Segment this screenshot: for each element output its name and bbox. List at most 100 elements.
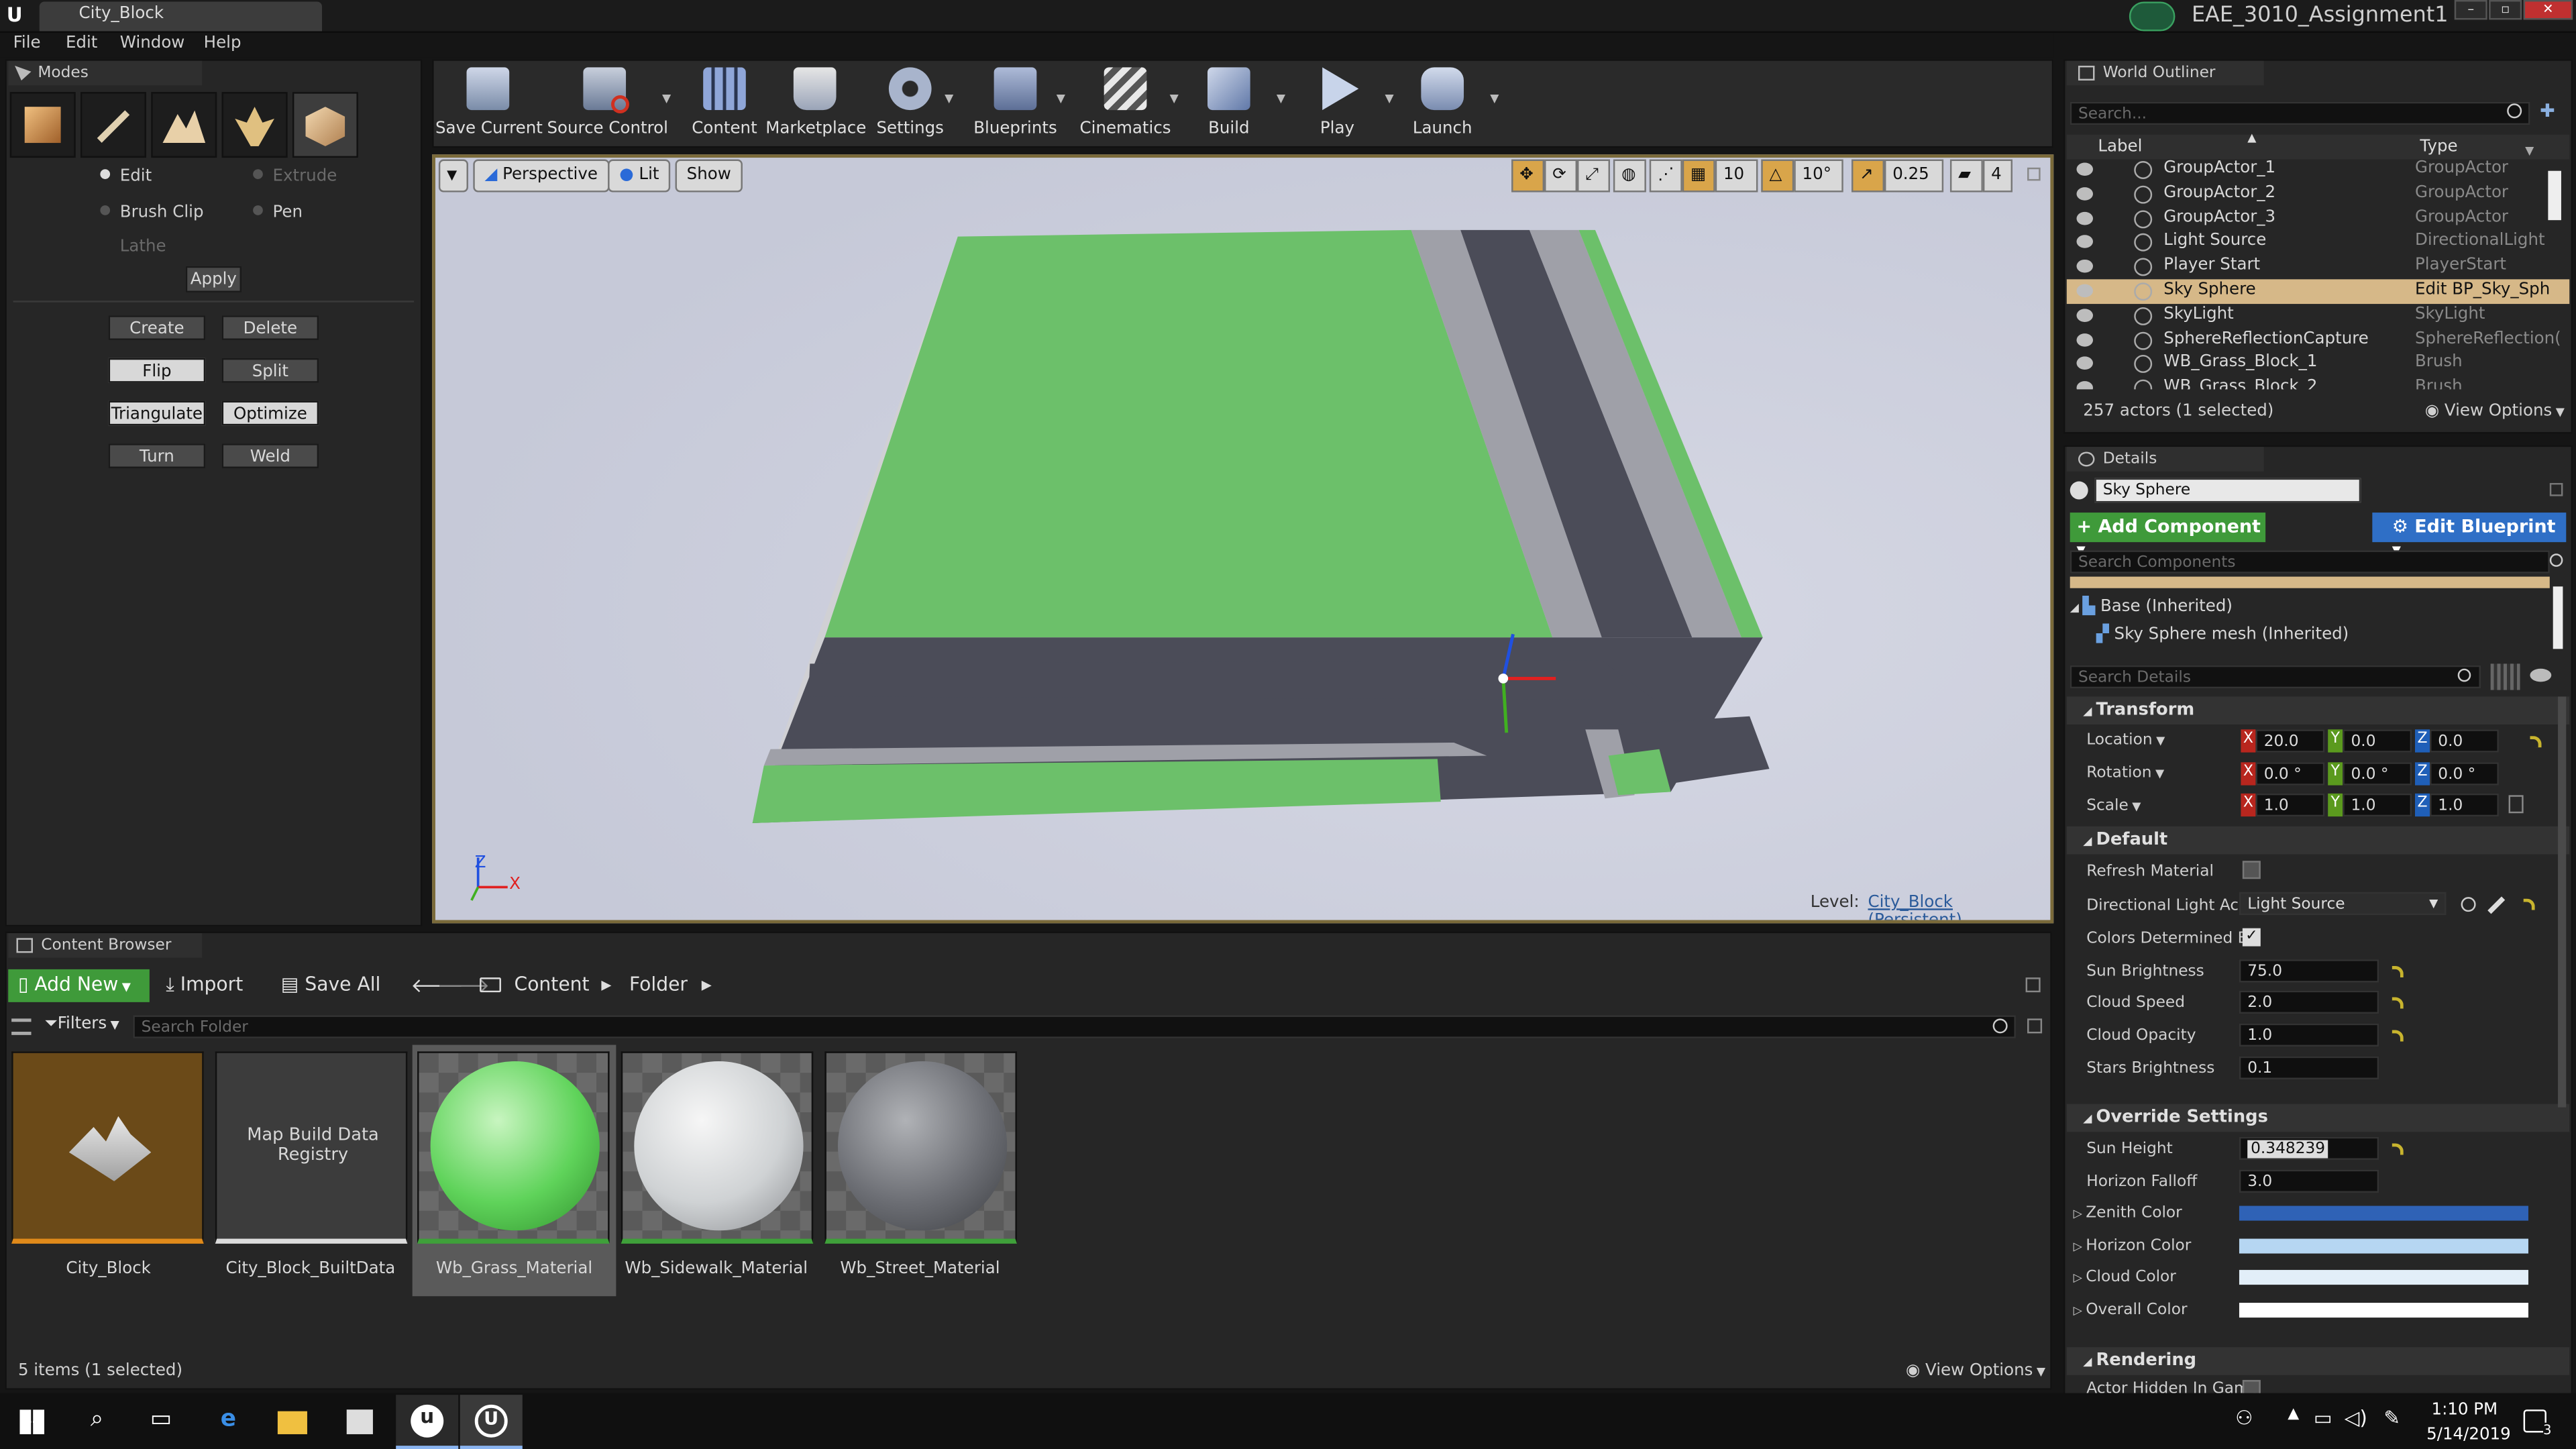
source-control-dropdown-icon[interactable]: ▼ bbox=[662, 92, 671, 105]
show-button[interactable]: Show bbox=[675, 159, 743, 193]
outliner-row[interactable]: GroupActor_1 GroupActor bbox=[2067, 158, 2569, 182]
override-settings-header[interactable]: ◢ Override Settings bbox=[2066, 1104, 2570, 1132]
rotation-snap-toggle[interactable]: △ bbox=[1761, 159, 1794, 193]
radio-extrude[interactable] bbox=[253, 169, 263, 179]
rotation-x-input[interactable]: 0.0 ° bbox=[2255, 762, 2325, 786]
level-viewport[interactable]: Z X Level: City_Block (Persistent) bbox=[432, 154, 2054, 924]
build-button[interactable]: Build bbox=[1193, 62, 1265, 144]
actor-name-input[interactable]: Sky Sphere bbox=[2094, 478, 2361, 503]
scale-tool-button[interactable]: ⤢ bbox=[1577, 159, 1611, 193]
rotate-tool-button[interactable]: ⟳ bbox=[1544, 159, 1578, 193]
overall-color-swatch[interactable] bbox=[2239, 1303, 2528, 1318]
build-dropdown-icon[interactable]: ▼ bbox=[1277, 92, 1285, 105]
landscape-mode-button[interactable] bbox=[151, 92, 217, 158]
camera-speed-value[interactable]: 4 bbox=[1982, 159, 2013, 193]
unreal-editor-taskbar[interactable]: U bbox=[460, 1395, 523, 1449]
outliner-scrollbar[interactable] bbox=[2548, 170, 2561, 221]
location-x-input[interactable]: 20.0 bbox=[2255, 729, 2325, 753]
content-view-options[interactable]: ◉ View Options ▼ bbox=[1906, 1362, 2045, 1380]
maximize-button[interactable]: ▫ bbox=[2489, 0, 2522, 20]
maximize-viewport-icon[interactable] bbox=[2027, 167, 2041, 181]
perspective-button[interactable]: ◢ Perspective bbox=[473, 159, 610, 193]
grid-snap-value[interactable]: 10 bbox=[1715, 159, 1758, 193]
edge-browser-icon[interactable]: e bbox=[212, 1406, 245, 1439]
cloud-speed-input[interactable]: 2.0 bbox=[2239, 990, 2379, 1014]
search-folder-input[interactable]: Search Folder bbox=[133, 1015, 2016, 1038]
import-button[interactable]: ⤓ Import bbox=[166, 973, 243, 998]
volume-icon[interactable]: ◁) bbox=[2339, 1406, 2372, 1439]
visibility-eye-icon[interactable] bbox=[2076, 333, 2094, 346]
zenith-color-swatch[interactable] bbox=[2239, 1205, 2528, 1221]
asset-street-material[interactable] bbox=[824, 1051, 1017, 1244]
edit-blueprint-button[interactable]: ⚙ Edit Blueprint ▼ bbox=[2372, 513, 2567, 557]
outliner-row[interactable]: Light Source DirectionalLight bbox=[2067, 231, 2569, 256]
col-type-dropdown-icon[interactable]: ▼ bbox=[2525, 145, 2534, 158]
menu-edit[interactable]: Edit bbox=[66, 34, 97, 52]
optimize-button[interactable]: Optimize bbox=[221, 400, 319, 426]
minimize-button[interactable]: – bbox=[2454, 0, 2487, 20]
split-button[interactable]: Split bbox=[221, 358, 319, 383]
settings-dropdown-icon[interactable]: ▼ bbox=[945, 92, 953, 105]
details-tab[interactable]: Details bbox=[2066, 447, 2264, 472]
world-outliner-tab[interactable]: World Outliner bbox=[2066, 60, 2264, 86]
overall-color-label[interactable]: ▷ Overall Color bbox=[2074, 1301, 2188, 1320]
mode-option-edit[interactable]: Edit bbox=[100, 168, 152, 186]
outliner-row[interactable]: GroupActor_2 GroupActor bbox=[2067, 182, 2569, 207]
weld-button[interactable]: Weld bbox=[221, 443, 319, 468]
cloud-opacity-input[interactable]: 1.0 bbox=[2239, 1023, 2379, 1047]
asset-city-block[interactable] bbox=[11, 1051, 204, 1244]
gizmo-center[interactable] bbox=[1498, 674, 1509, 684]
rotation-label[interactable]: Rotation ▼ bbox=[2086, 764, 2164, 782]
component-base[interactable]: ◢ ▙ Base (Inherited) bbox=[2070, 598, 2233, 616]
horizon-color-label[interactable]: ▷ Horizon Color bbox=[2074, 1237, 2192, 1255]
play-button[interactable]: Play bbox=[1301, 62, 1374, 144]
turn-button[interactable]: Turn bbox=[108, 443, 206, 468]
content-browser-tab[interactable]: Content Browser bbox=[8, 933, 203, 958]
cinematics-dropdown-icon[interactable]: ▼ bbox=[1170, 92, 1179, 105]
outliner-row[interactable]: Sky Sphere Edit BP_Sky_Sph bbox=[2066, 279, 2570, 305]
add-new-button[interactable]: ▯ Add New ▼ bbox=[8, 969, 150, 1002]
transform-section-header[interactable]: ◢ Transform bbox=[2066, 696, 2570, 725]
launch-button[interactable]: Launch bbox=[1406, 62, 1479, 144]
directional-light-select[interactable]: Light Source ▼ bbox=[2239, 892, 2447, 916]
scale-z-input[interactable]: 1.0 bbox=[2430, 793, 2499, 817]
add-filter-icon[interactable]: ✚ bbox=[2540, 100, 2563, 123]
people-icon[interactable]: ⚇ bbox=[2228, 1406, 2261, 1439]
visibility-eye-icon[interactable] bbox=[2076, 357, 2094, 370]
apply-button[interactable]: Apply bbox=[185, 266, 242, 292]
store-bag-icon[interactable] bbox=[343, 1406, 376, 1439]
outliner-row[interactable]: WB_Grass_Block_2 Brush bbox=[2067, 376, 2569, 390]
close-button[interactable]: ✕ bbox=[2523, 0, 2573, 20]
delete-button[interactable]: Delete bbox=[221, 315, 319, 340]
outliner-view-options[interactable]: ◉ View Options ▼ bbox=[2425, 402, 2565, 421]
property-matrix-icon[interactable] bbox=[2490, 663, 2520, 690]
location-label[interactable]: Location ▼ bbox=[2086, 731, 2165, 749]
lock-icon[interactable] bbox=[2549, 483, 2563, 496]
scale-snap-value[interactable]: 0.25 bbox=[1884, 159, 1944, 193]
asset-city-block-builtdata[interactable]: Map Build Data Registry bbox=[215, 1051, 408, 1244]
colors-determined-checkbox[interactable]: ✓ bbox=[2242, 928, 2261, 947]
visibility-eye-icon[interactable] bbox=[2076, 284, 2094, 298]
scale-y-input[interactable]: 1.0 bbox=[2343, 793, 2412, 817]
create-button[interactable]: Create bbox=[108, 315, 206, 340]
cinematics-button[interactable]: Cinematics bbox=[1079, 62, 1171, 144]
outliner-row[interactable]: WB_Grass_Block_1 Brush bbox=[2067, 352, 2569, 377]
asset-grass-material[interactable] bbox=[417, 1051, 610, 1244]
radio-pen[interactable] bbox=[253, 205, 263, 215]
network-icon[interactable]: ▭ bbox=[2306, 1406, 2339, 1439]
visibility-eye-icon[interactable] bbox=[2076, 186, 2094, 201]
col-label-header[interactable]: Label bbox=[2098, 138, 2142, 156]
visibility-eye-icon[interactable] bbox=[2076, 162, 2094, 176]
clock-date[interactable]: 5/14/2019 bbox=[2426, 1426, 2511, 1444]
rotation-y-input[interactable]: 0.0 ° bbox=[2343, 762, 2412, 786]
browse-search-icon[interactable] bbox=[2461, 897, 2476, 912]
breadcrumb-content[interactable]: Content bbox=[515, 973, 590, 996]
translate-tool-button[interactable]: ✥ bbox=[1511, 159, 1545, 193]
outliner-row[interactable]: SkyLight SkyLight bbox=[2067, 304, 2569, 329]
outliner-row[interactable]: SphereReflectionCapture SphereReflection( bbox=[2067, 328, 2569, 353]
asset-sidewalk-material[interactable] bbox=[621, 1051, 814, 1244]
components-scrollbar[interactable] bbox=[2553, 586, 2563, 649]
save-all-button[interactable]: ▤ Save All bbox=[281, 973, 381, 996]
visibility-eye-icon[interactable] bbox=[2530, 668, 2552, 682]
breadcrumb-separator-icon[interactable]: ▶ bbox=[702, 977, 712, 992]
